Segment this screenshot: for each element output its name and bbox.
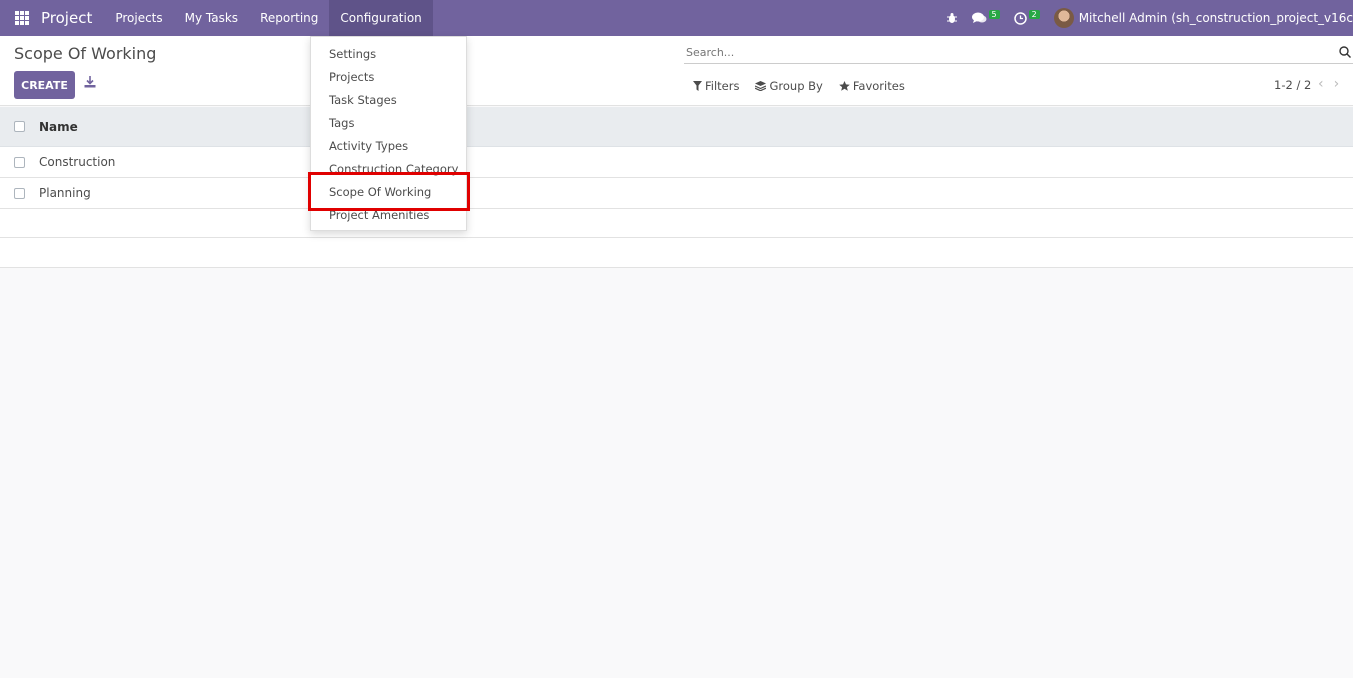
search-options: Filters Group By Favorites — [693, 79, 905, 93]
layers-icon — [755, 81, 767, 91]
menu-item-scope-of-working[interactable]: Scope Of Working — [329, 185, 431, 199]
activity-clock-icon[interactable]: 2 — [1013, 9, 1040, 25]
configuration-dropdown: Settings Projects Task Stages Tags Activ… — [310, 36, 467, 231]
menu-reporting[interactable]: Reporting — [249, 0, 329, 36]
favorites-toggle[interactable]: Favorites — [839, 79, 905, 93]
menu-item-task-stages[interactable]: Task Stages — [329, 93, 397, 107]
menu-item-activity-types[interactable]: Activity Types — [329, 139, 408, 153]
menu-item-projects[interactable]: Projects — [329, 70, 374, 84]
search-input[interactable] — [684, 42, 1324, 62]
systray: 5 2 Mitchell Admin (sh_construction_proj… — [932, 0, 1353, 36]
messaging-icon[interactable]: 5 — [971, 9, 1000, 24]
chevron-right-icon[interactable]: › — [1334, 76, 1340, 92]
user-menu[interactable]: Mitchell Admin (sh_construction_project_… — [1079, 11, 1353, 25]
user-avatar[interactable] — [1053, 8, 1074, 28]
menu-my-tasks[interactable]: My Tasks — [174, 0, 249, 36]
menu-item-tags[interactable]: Tags — [329, 116, 354, 130]
filter-icon — [693, 81, 702, 91]
groupby-toggle[interactable]: Group By — [755, 79, 823, 93]
pager-value[interactable]: 1-2 / 2 — [1274, 78, 1311, 92]
select-all-checkbox[interactable] — [14, 121, 25, 132]
menu-projects[interactable]: Projects — [104, 0, 173, 36]
chevron-left-icon[interactable]: ‹ — [1318, 76, 1324, 92]
list-view: Name Construction Planning — [0, 107, 1353, 268]
filters-label: Filters — [705, 79, 740, 93]
messages-badge: 5 — [988, 9, 1000, 19]
empty-row — [0, 238, 1353, 268]
menu-item-settings[interactable]: Settings — [329, 47, 376, 61]
page-title: Scope Of Working — [14, 44, 157, 63]
filters-toggle[interactable]: Filters — [693, 79, 739, 93]
activities-badge: 2 — [1028, 9, 1040, 19]
menu-item-construction-category[interactable]: Construction Category — [329, 162, 458, 176]
empty-row — [0, 209, 1353, 238]
table-row[interactable]: Planning — [0, 178, 1353, 209]
row-checkbox[interactable] — [14, 187, 25, 199]
groupby-label: Group By — [769, 79, 823, 93]
table-header: Name — [0, 107, 1353, 147]
row-checkbox[interactable] — [14, 156, 25, 168]
row-name: Construction — [39, 155, 116, 169]
row-name: Planning — [39, 186, 91, 200]
star-icon — [839, 81, 850, 91]
favorites-label: Favorites — [852, 79, 905, 93]
search-icon[interactable] — [1339, 46, 1351, 58]
search-box — [684, 42, 1353, 64]
menu-item-project-amenities[interactable]: Project Amenities — [329, 208, 429, 222]
bug-icon[interactable] — [946, 12, 958, 24]
table-row[interactable]: Construction — [0, 147, 1353, 178]
app-brand[interactable]: Project — [41, 9, 92, 27]
top-navbar: Project Projects My Tasks Reporting Conf… — [0, 0, 1353, 36]
download-icon[interactable] — [84, 76, 96, 90]
column-header-name[interactable]: Name — [39, 120, 78, 134]
create-button[interactable]: CREATE — [14, 71, 75, 99]
menu-configuration[interactable]: Configuration — [329, 0, 433, 36]
control-panel: Scope Of Working CREATE Filters Group By… — [0, 36, 1353, 106]
apps-menu-icon[interactable] — [15, 11, 29, 25]
pager-arrows: ‹ › — [1318, 76, 1339, 92]
